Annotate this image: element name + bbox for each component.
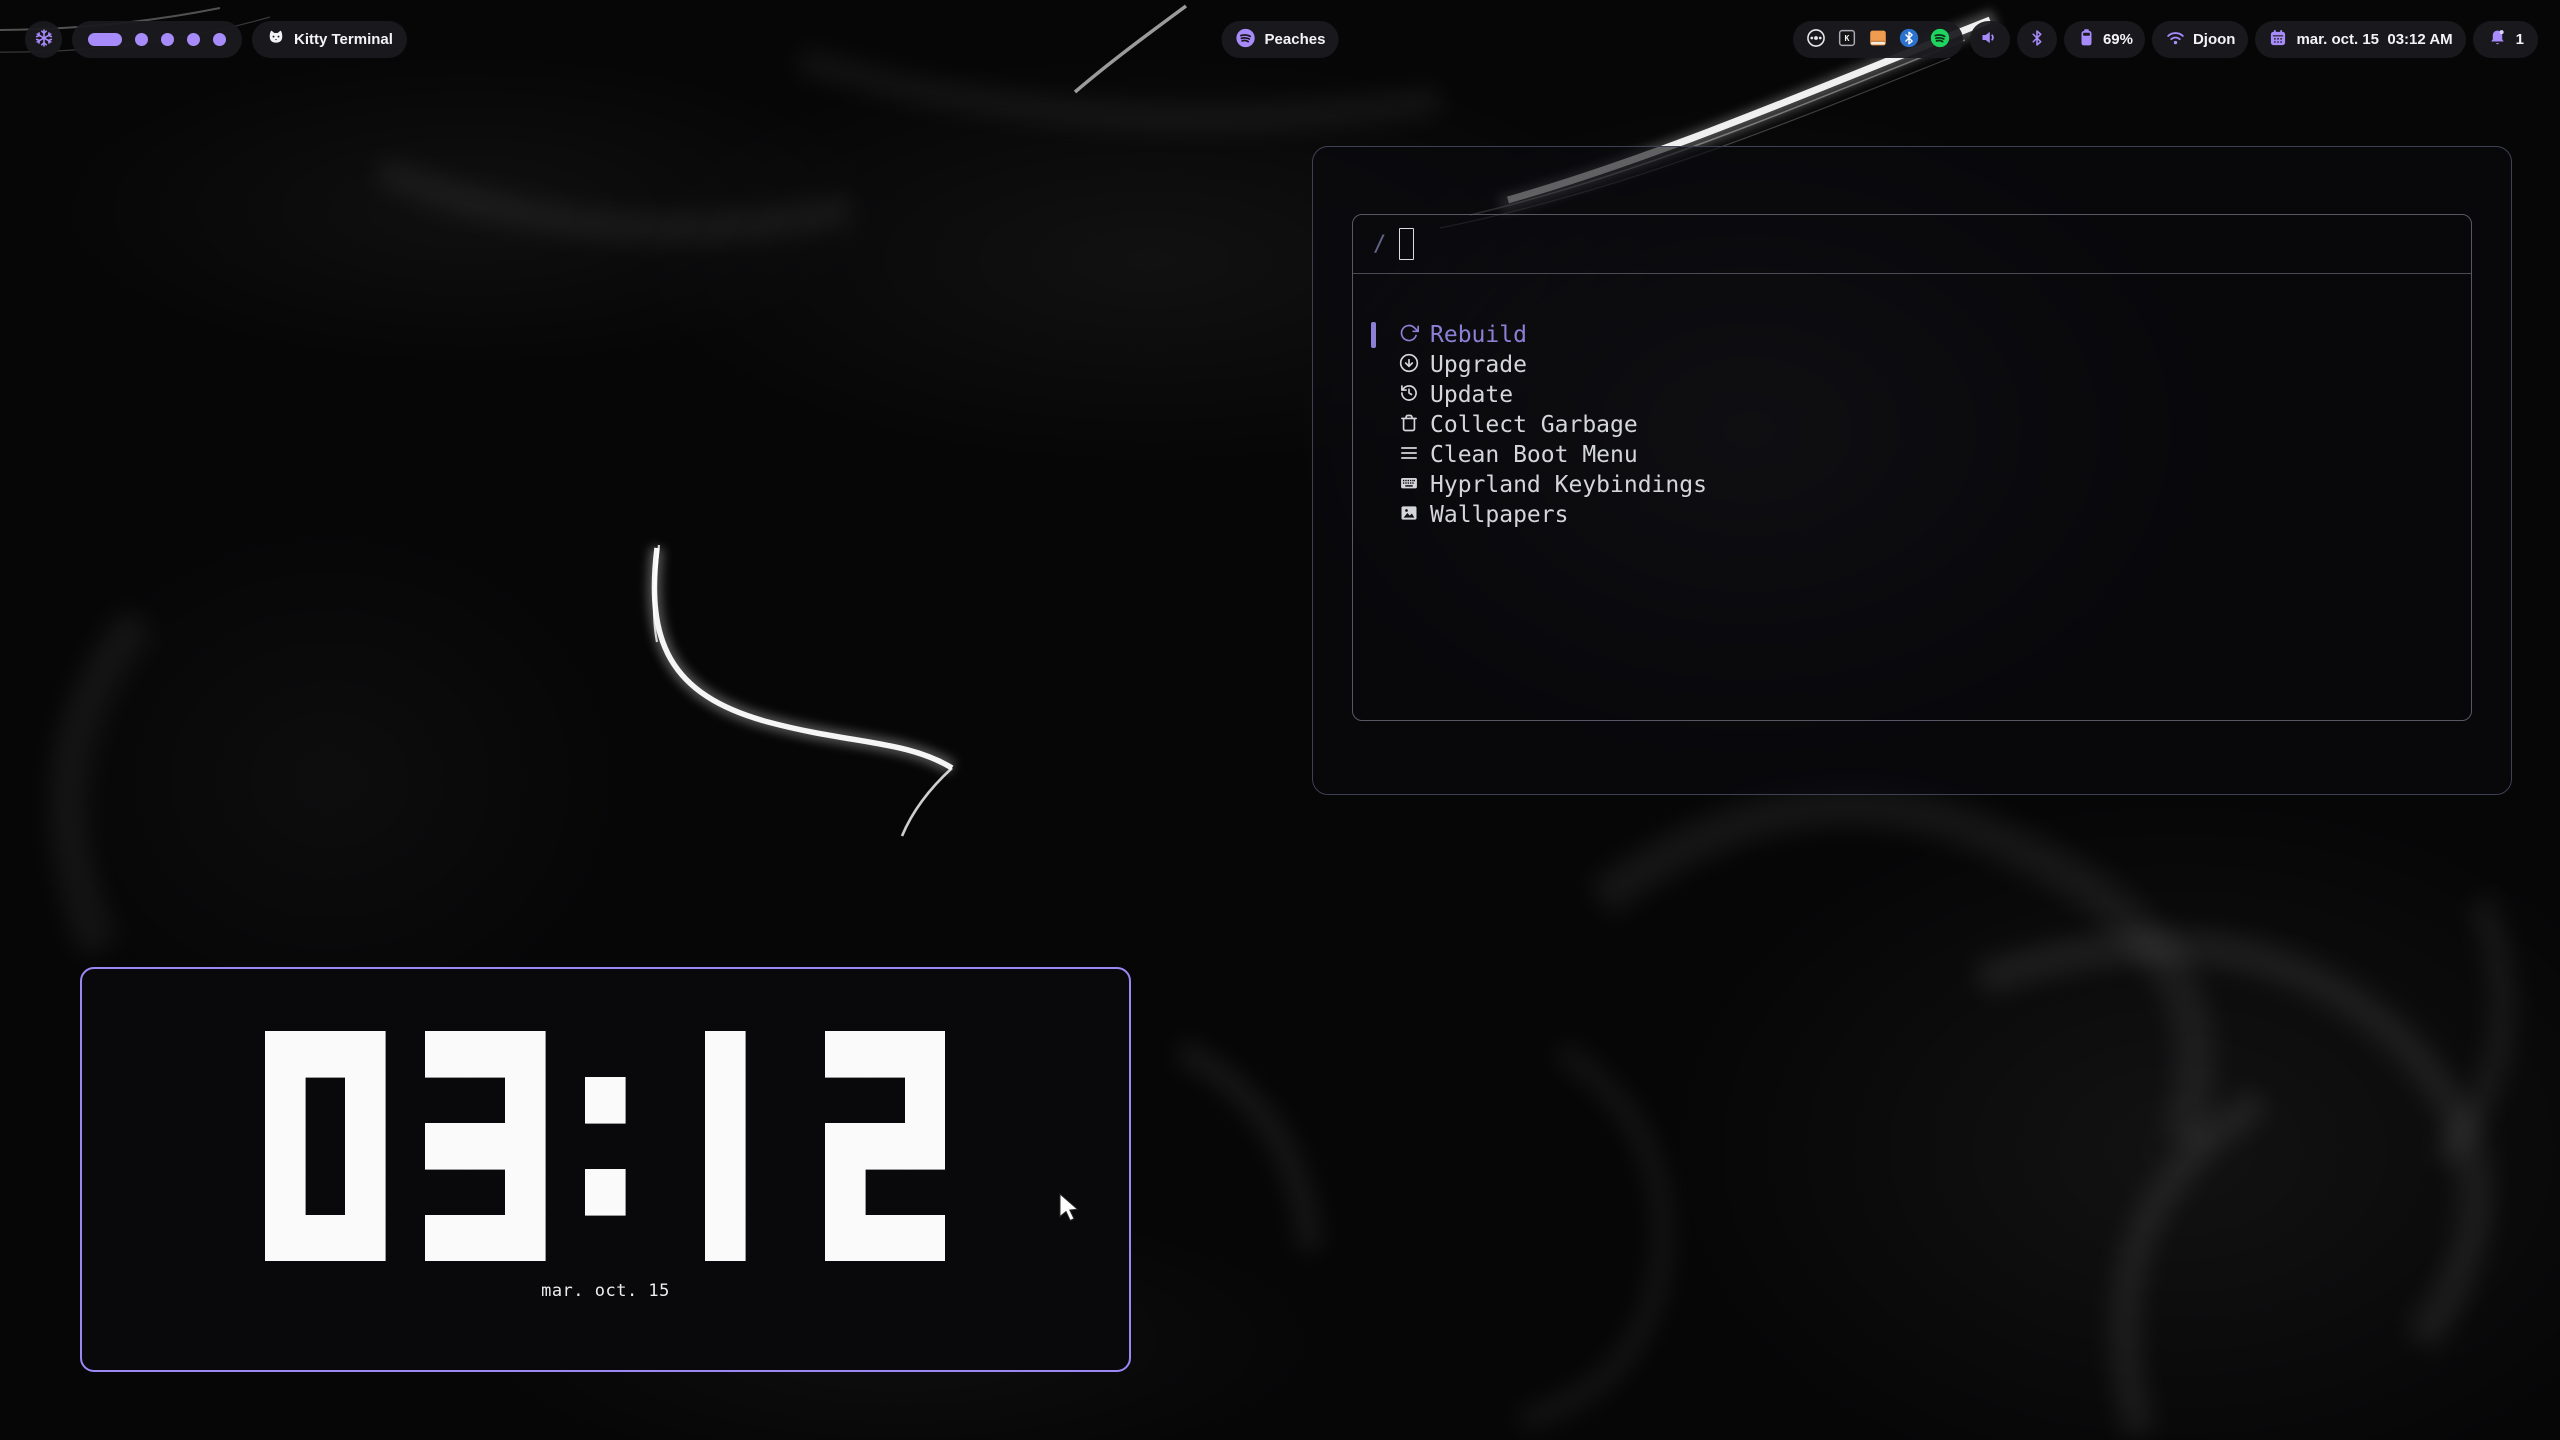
selection-bar (1371, 322, 1376, 348)
system-tray: K (1793, 21, 1963, 58)
workspace-dot[interactable] (161, 33, 174, 46)
network-pill[interactable]: Djoon (2152, 21, 2249, 58)
menu-item-label: Hyprland Keybindings (1430, 470, 1707, 500)
prompt-symbol: / (1373, 232, 1386, 257)
menu-item-collect-garbage[interactable]: Collect Garbage (1353, 410, 2471, 440)
svg-text:K: K (1844, 33, 1849, 43)
topbar-left: Kitty Terminal (25, 21, 407, 58)
bluetooth-tray-icon[interactable] (1898, 27, 1920, 53)
topbar-center: Peaches (1222, 21, 1339, 58)
network-name: Djoon (2193, 31, 2236, 48)
speaker-icon (1979, 27, 2000, 52)
menu-item-label: Update (1430, 380, 1513, 410)
datetime-text: mar. oct. 15 03:12 AM (2296, 31, 2452, 48)
menu-item-rebuild[interactable]: Rebuild (1353, 320, 2471, 350)
battery-icon (2076, 27, 2097, 52)
menu-item-label: Wallpapers (1430, 500, 1568, 530)
recorder-icon[interactable] (1805, 27, 1827, 53)
rotate-cw-icon (1399, 323, 1419, 348)
topbar-right: K (1793, 21, 2538, 58)
launcher-inner-box: / Rebuild Upgrade (1352, 214, 2472, 721)
workspace-dot[interactable] (213, 33, 226, 46)
text-cursor (1399, 228, 1414, 260)
volume-button[interactable] (1970, 21, 2010, 58)
cat-icon (266, 28, 286, 52)
battery-percent: 69% (2103, 31, 2133, 48)
calendar-icon (2268, 28, 2288, 52)
image-icon (1399, 503, 1419, 528)
bluetooth-button[interactable] (2017, 21, 2057, 58)
datetime-pill[interactable]: mar. oct. 15 03:12 AM (2255, 21, 2465, 58)
keyboard-icon (1399, 473, 1419, 498)
spotify-tray-icon[interactable] (1929, 27, 1951, 53)
notification-count: 1 (2516, 31, 2524, 48)
menu-item-label: Clean Boot Menu (1430, 440, 1638, 470)
wifi-icon (2165, 27, 2186, 52)
downloads-icon[interactable] (1867, 27, 1889, 53)
launcher-button[interactable] (25, 21, 62, 58)
active-window-pill[interactable]: Kitty Terminal (252, 21, 407, 58)
battery-pill[interactable]: 69% (2064, 21, 2145, 58)
media-title: Peaches (1265, 31, 1326, 48)
trash-icon (1399, 413, 1419, 438)
spotify-icon (1235, 27, 1257, 53)
clock-date: mar. oct. 15 (82, 1281, 1129, 1301)
mouse-cursor (1058, 1193, 1086, 1225)
clock-time-display (265, 1031, 945, 1261)
menu-item-upgrade[interactable]: Upgrade (1353, 350, 2471, 380)
notifications-pill[interactable]: 1 (2473, 21, 2538, 58)
history-icon (1399, 383, 1419, 408)
workspace-active[interactable] (88, 33, 122, 46)
menu-item-hyprland-keybindings[interactable]: Hyprland Keybindings (1353, 470, 2471, 500)
menu-item-wallpapers[interactable]: Wallpapers (1353, 500, 2471, 530)
menu-item-clean-boot-menu[interactable]: Clean Boot Menu (1353, 440, 2471, 470)
menu-item-label: Upgrade (1430, 350, 1527, 380)
snowflake-icon (34, 28, 54, 52)
media-pill[interactable]: Peaches (1222, 21, 1339, 58)
active-window-title: Kitty Terminal (294, 31, 393, 48)
arrow-down-circle-icon (1399, 353, 1419, 378)
workspace-dot[interactable] (135, 33, 148, 46)
workspaces-indicator[interactable] (72, 21, 242, 58)
bluetooth-icon (2027, 28, 2047, 52)
menu-item-label: Rebuild (1430, 320, 1527, 350)
search-input[interactable]: / (1353, 215, 2471, 274)
vault-icon[interactable]: K (1836, 27, 1858, 53)
menu-item-label: Collect Garbage (1430, 410, 1638, 440)
launcher-menu: Rebuild Upgrade Update (1353, 320, 2471, 530)
clock-widget: mar. oct. 15 (80, 967, 1131, 1372)
bell-icon (2487, 27, 2508, 52)
menu-item-update[interactable]: Update (1353, 380, 2471, 410)
launcher-panel: / Rebuild Upgrade (1312, 146, 2512, 795)
menu-icon (1399, 443, 1419, 468)
workspace-dot[interactable] (187, 33, 200, 46)
